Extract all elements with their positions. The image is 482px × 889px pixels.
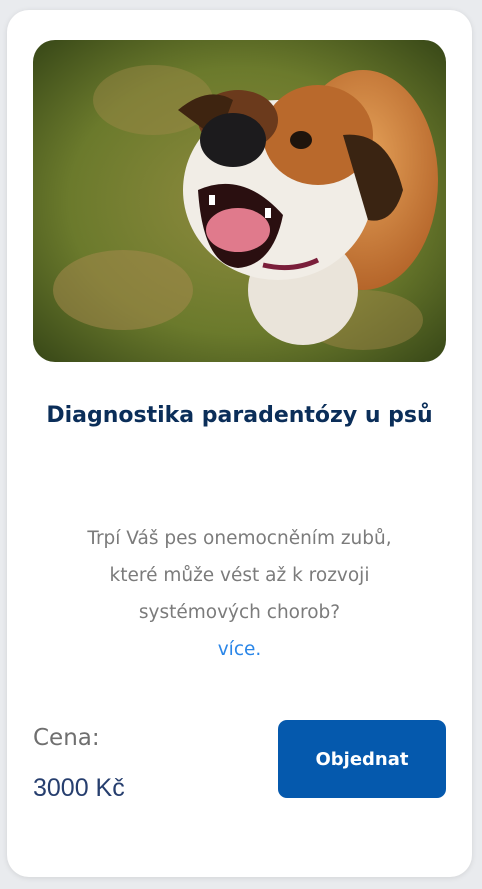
order-button[interactable]: Objednat xyxy=(278,720,446,798)
product-card: Diagnostika paradentózy u psů Trpí Váš p… xyxy=(7,10,472,877)
more-link-wrapper: více. xyxy=(62,631,417,668)
price-label: Cena: xyxy=(33,725,100,751)
card-description: Trpí Váš pes onemocněním zubů, které můž… xyxy=(87,528,392,623)
price-value: 3000 Kč xyxy=(33,774,125,802)
dog-photo xyxy=(33,40,446,362)
card-title: Diagnostika paradentózy u psů xyxy=(46,403,433,428)
more-link[interactable]: více. xyxy=(218,639,262,660)
